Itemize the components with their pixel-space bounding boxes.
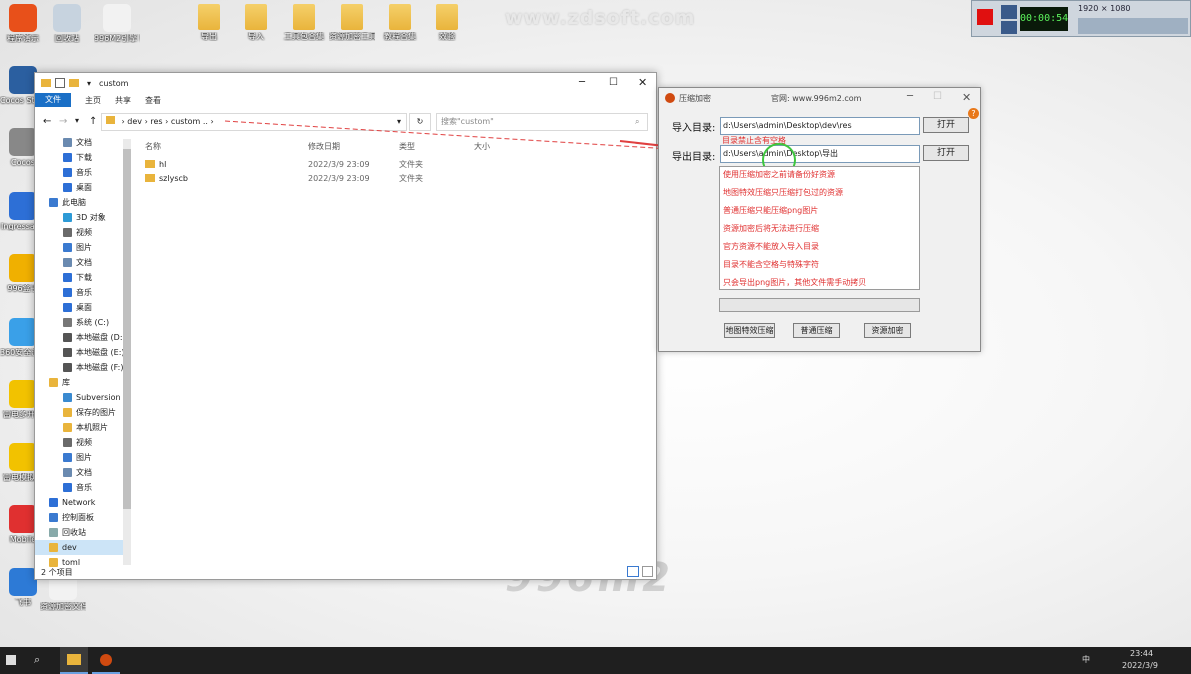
import-dir-input[interactable]: d:\Users\admin\Desktop\dev\res [720,117,920,135]
start-icon[interactable] [6,655,16,665]
app-icon [665,93,675,103]
tip-item: 使用压缩加密之前请备份好资源 [723,170,835,179]
resource-encrypt-button[interactable]: 资源加密 [864,323,911,338]
ime-indicator[interactable]: 中 [1082,654,1090,665]
normal-compress-button[interactable]: 普通压缩 [793,323,840,338]
import-label: 导入目录: [672,123,716,134]
close-button[interactable]: ✕ [962,91,971,104]
tip-item: 目录不能含空格与特殊字符 [723,260,819,269]
progress-bar [719,298,920,312]
export-open-button[interactable]: 打开 [923,145,969,161]
clock-date[interactable]: 2022/3/9 [1122,661,1158,670]
help-icon[interactable]: ? [968,108,979,119]
export-dir-input[interactable]: d:\Users\admin\Desktop\导出 [720,145,920,163]
taskbar: ⌕ 中 23:44 2022/3/9 [0,647,1191,674]
tips-list: 使用压缩加密之前请备份好资源 地图特效压缩只压缩打包过的资源 普通压缩只能压缩png… [719,166,920,290]
tip-item: 普通压缩只能压缩png图片 [723,206,819,215]
tip-item: 资源加密后将无法进行压缩 [723,224,819,233]
maximize-button[interactable]: ☐ [933,91,942,102]
tip-item: 地图特效压缩只压缩打包过的资源 [723,188,843,197]
drag-annotation [224,120,719,153]
compress-encrypt-dialog: 压缩加密 官网: www.996m2.com ─ ☐ ✕ ? 导入目录: d:\… [658,87,981,352]
tip-item: 官方资源不能放入导入目录 [723,242,819,251]
export-label: 导出目录: [672,152,716,163]
website-label: 官网: www.996m2.com [771,94,862,103]
taskbar-tool[interactable] [92,647,120,674]
dialog-title: 压缩加密 [679,94,711,103]
map-effect-compress-button[interactable]: 地图特效压缩 [724,323,775,338]
search-icon[interactable]: ⌕ [34,653,40,667]
tip-item: 只会导出png图片，其他文件需手动拷贝 [723,278,867,287]
import-open-button[interactable]: 打开 [923,117,969,133]
minimize-button[interactable]: ─ [907,91,913,102]
taskbar-explorer[interactable] [60,647,88,674]
clock-time[interactable]: 23:44 [1130,649,1153,658]
